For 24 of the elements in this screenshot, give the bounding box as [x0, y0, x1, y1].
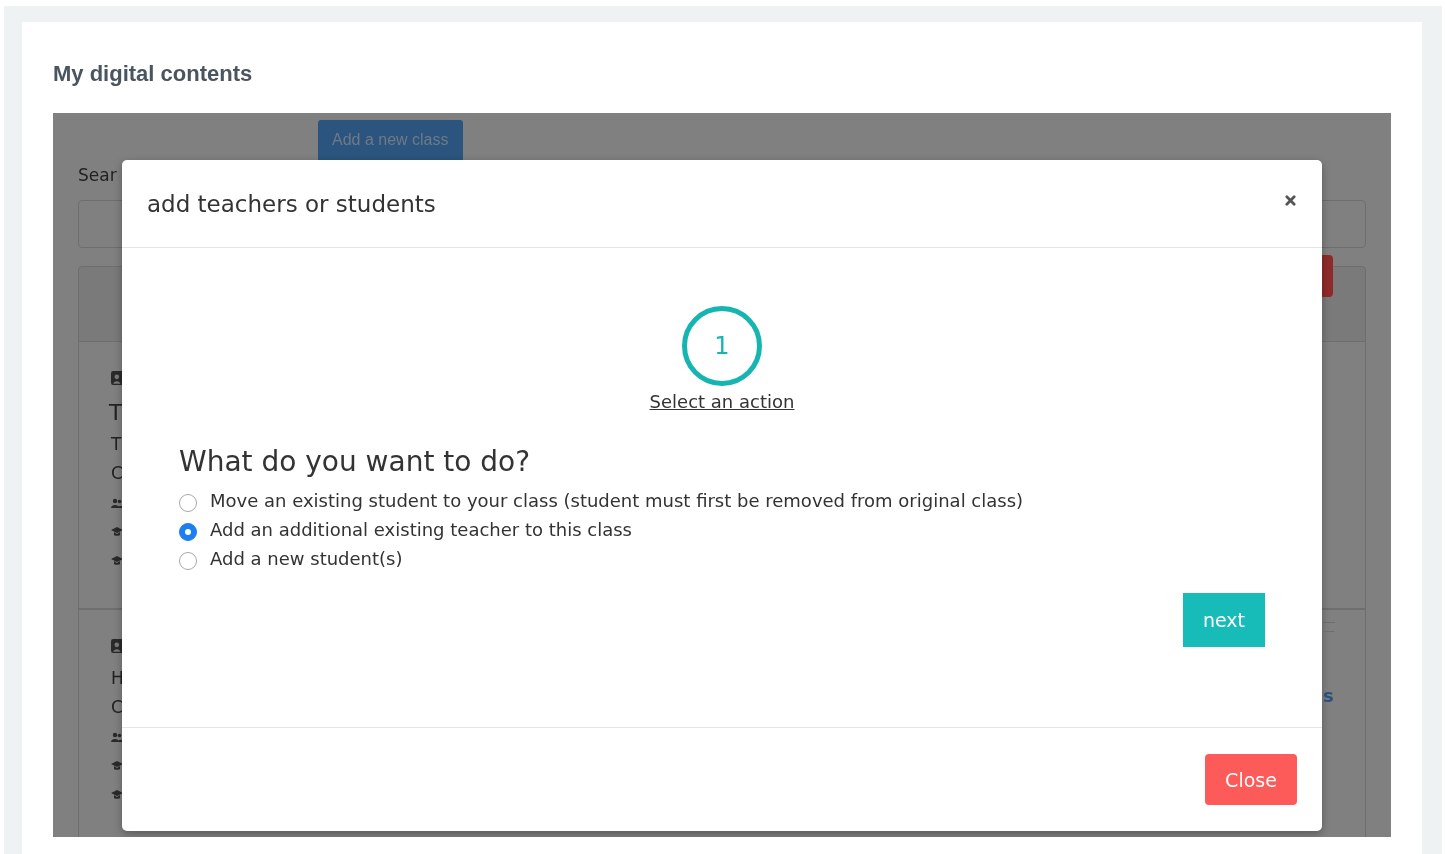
card-text: C: [111, 462, 123, 485]
modal-title: add teachers or students: [147, 190, 436, 217]
page-title: My digital contents: [53, 62, 254, 86]
card-text: H: [111, 667, 123, 690]
option-label[interactable]: Move an existing student to your class (student must first be removed from original class): [210, 490, 1024, 511]
graduation-cap-icon: [111, 759, 123, 772]
card-text: C: [111, 696, 123, 719]
option-label[interactable]: Add a new student(s): [210, 548, 403, 569]
card-heading: T: [109, 399, 122, 427]
option-label[interactable]: Add an additional existing teacher to this class: [210, 519, 632, 540]
search-label: Sear: [78, 164, 118, 187]
radio-button[interactable]: [179, 551, 197, 570]
step-label[interactable]: Select an action: [649, 391, 795, 412]
users-icon: [111, 496, 123, 509]
users-icon: [111, 730, 123, 743]
radio-button[interactable]: [179, 522, 197, 541]
radio-button[interactable]: [179, 493, 197, 512]
graduation-cap-icon: [111, 788, 123, 801]
close-icon[interactable]: [1285, 195, 1296, 206]
graduation-cap-icon: [111, 525, 123, 538]
step-number: 1: [682, 306, 762, 386]
question-heading: What do you want to do?: [179, 444, 532, 480]
card-text: T: [111, 433, 123, 456]
graduation-cap-icon: [111, 554, 123, 567]
